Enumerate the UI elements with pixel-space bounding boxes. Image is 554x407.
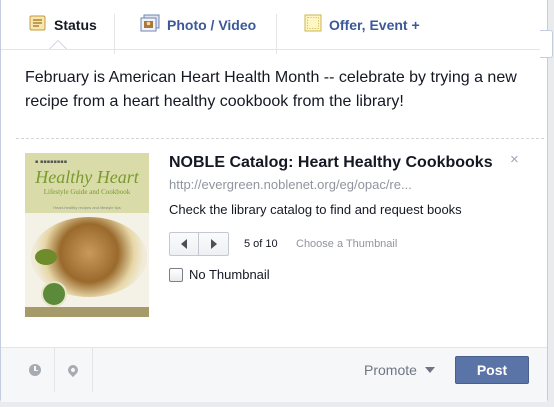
tab-photo-video[interactable]: Photo / Video [140,0,256,49]
promote-label: Promote [364,362,417,378]
photo-video-icon [140,14,160,35]
offer-event-icon [304,14,322,35]
tab-offer-event-label: Offer, Event + [329,16,420,33]
schedule-button[interactable] [16,348,55,392]
composer-tabs: Status Photo / Video Offer, Event + [1,0,547,54]
next-thumbnail-button[interactable] [199,232,229,256]
no-thumbnail-label[interactable]: No Thumbnail [189,267,270,282]
thumbnail-pager [169,232,229,256]
status-composer: Status Photo / Video Offer, Event + Febr… [0,0,553,402]
location-button[interactable] [54,348,93,392]
tab-offer-event[interactable]: Offer, Event + [304,0,420,49]
tab-status-label: Status [54,16,97,33]
message-divider [16,138,544,139]
choose-thumbnail-label: Choose a Thumbnail [296,238,398,250]
no-thumbnail-option: No Thumbnail [169,267,270,282]
active-tab-caret [49,40,67,49]
tab-divider [276,14,277,54]
chevron-down-icon [424,367,435,373]
promote-dropdown[interactable]: Promote [364,362,435,378]
link-thumbnail-image: ▪ ▪▪▪▪▪▪▪▪ Healthy Heart Lifestyle Guide… [25,153,149,317]
arrow-right-icon [210,239,217,249]
composer-side-handle [540,30,553,58]
cover-title: Healthy Heart [35,167,139,187]
post-button[interactable]: Post [455,356,529,384]
cover-blurb: Heart-healthy recipes and lifestyle tips [53,205,121,210]
cover-seal [41,281,67,307]
status-message-text[interactable]: February is American Heart Health Month … [25,66,525,114]
tab-divider [114,14,115,54]
location-pin-icon [65,362,81,378]
thumbnail-counter: 5 of 10 [244,238,278,250]
clock-icon [29,364,41,376]
link-preview-url: http://evergreen.noblenet.org/eg/opac/re… [169,177,412,192]
link-preview-title[interactable]: NOBLE Catalog: Heart Healthy Cookbooks [169,154,493,172]
composer-footer: Promote Post [1,347,547,402]
arrow-left-icon [181,239,187,249]
cover-publisher-logo: ▪ ▪▪▪▪▪▪▪▪ [35,159,68,165]
link-preview-description[interactable]: Check the library catalog to find and re… [169,202,462,217]
status-note-icon [29,15,47,35]
cover-subtitle: Lifestyle Guide and Cookbook [43,188,131,196]
tab-photo-video-label: Photo / Video [167,16,257,33]
no-thumbnail-checkbox[interactable] [169,267,183,282]
previous-thumbnail-button[interactable] [169,232,199,256]
close-icon[interactable]: × [510,151,519,168]
